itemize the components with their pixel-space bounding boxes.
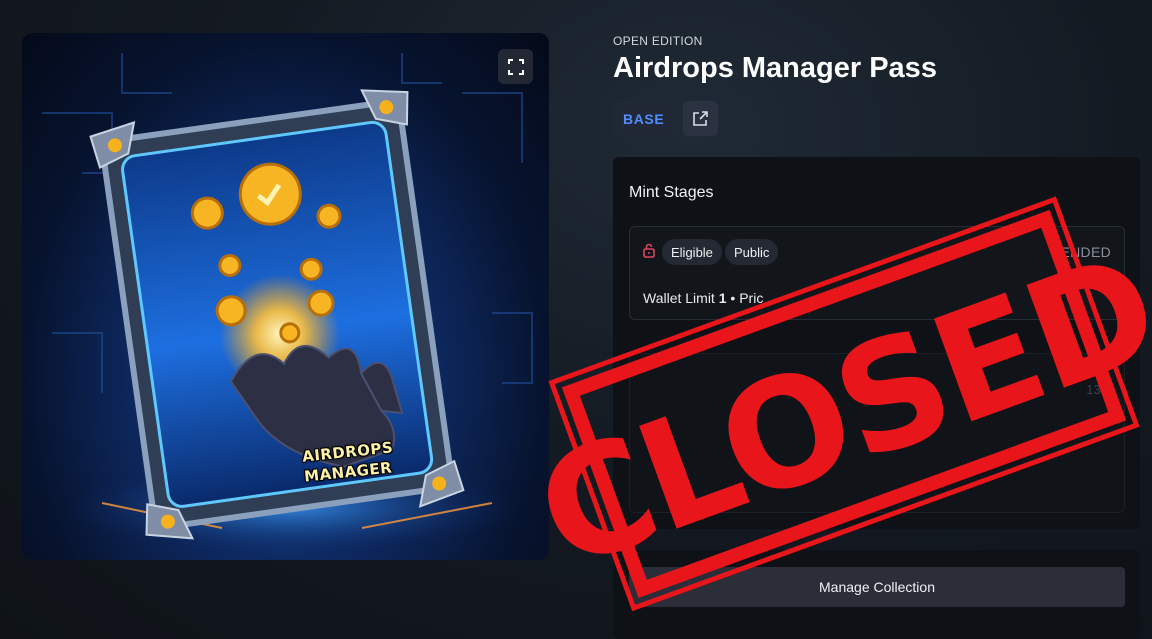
edition-type-label: OPEN EDITION [613,34,703,48]
wallet-limit-label: Wallet Limit [643,290,715,306]
stage-details: Wallet Limit 1 • Pric [643,290,763,306]
lock-icon [643,243,655,258]
page-title: Airdrops Manager Pass [613,52,937,84]
mint-stage-public[interactable]: Eligible Public ENDED Wallet Limit 1 • P… [629,226,1125,320]
mint-stages-title: Mint Stages [629,184,714,201]
collection-artwork: AIRDROPS MANAGER [22,33,549,560]
price-label: Pric [739,290,764,306]
stage-status: ENDED [1060,244,1111,260]
artwork-illustration [42,53,533,553]
chain-badge[interactable]: BASE [613,101,675,136]
mint-stage-secondary[interactable]: 131 [629,353,1125,513]
wallet-limit-value: 1 [718,290,727,306]
eligible-tag: Eligible [662,239,722,265]
manage-collection-button[interactable]: Manage Collection [629,567,1125,607]
info-separator: • [730,290,736,306]
expand-icon [507,58,524,75]
mint-stages-card: Mint Stages Eligible Public ENDED Wallet… [613,157,1140,529]
manage-card: Manage Collection [613,550,1140,639]
external-link-button[interactable] [683,101,718,136]
public-tag: Public [725,239,779,265]
external-link-icon [693,111,708,126]
expand-artwork-button[interactable] [498,49,533,84]
stage-secondary-value: 131 [1086,382,1108,397]
